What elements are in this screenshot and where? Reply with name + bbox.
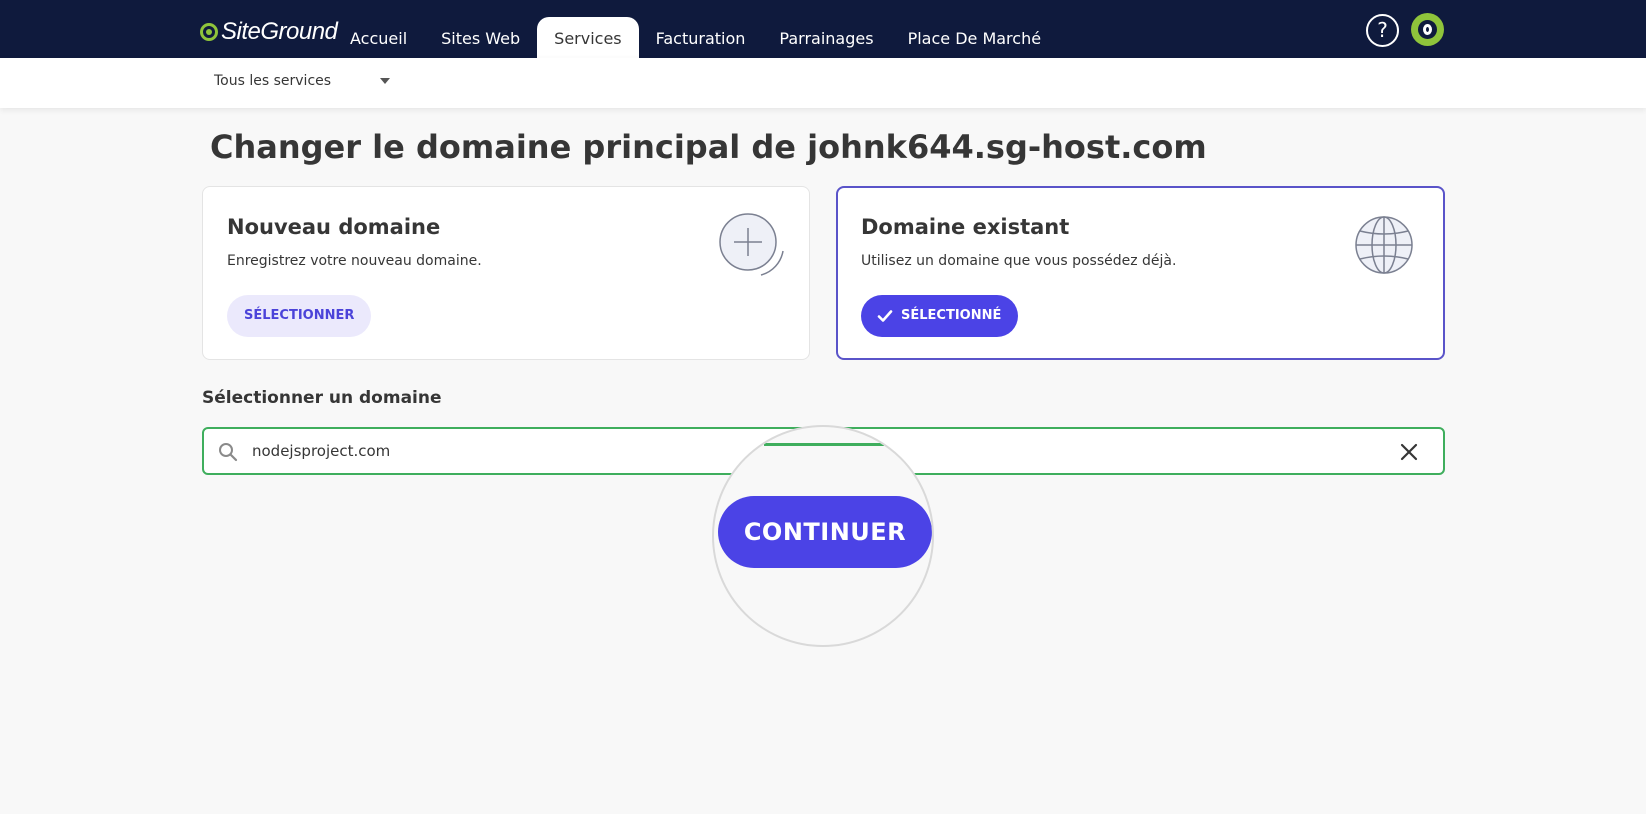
tab-services[interactable]: Services — [537, 17, 639, 58]
services-subbar: Tous les services — [0, 58, 1646, 108]
logo-mark-icon — [200, 23, 218, 41]
top-navigation-bar: SiteGround Accueil Sites Web Services Fa… — [0, 0, 1646, 58]
card-title: Domaine existant — [861, 215, 1070, 239]
tab-place-de-marche[interactable]: Place De Marché — [891, 17, 1059, 58]
magnified-input-border — [764, 443, 884, 446]
select-button[interactable]: SÉLECTIONNER — [227, 295, 372, 337]
card-title: Nouveau domaine — [227, 215, 441, 239]
new-domain-card[interactable]: Nouveau domaine Enregistrez votre nouvea… — [202, 186, 810, 360]
selected-button-label: SÉLECTIONNÉ — [901, 308, 1002, 323]
plus-circle-icon — [719, 213, 784, 276]
service-filter-label: Tous les services — [214, 73, 332, 89]
search-icon — [219, 443, 238, 462]
chevron-down-icon — [380, 78, 390, 84]
tab-accueil[interactable]: Accueil — [333, 17, 424, 58]
help-icon[interactable]: ? — [1366, 14, 1399, 47]
existing-domain-card[interactable]: Domaine existant Utilisez un domaine que… — [836, 186, 1445, 360]
service-filter-dropdown[interactable]: Tous les services — [214, 73, 390, 89]
selected-button[interactable]: SÉLECTIONNÉ — [861, 295, 1019, 337]
tab-facturation[interactable]: Facturation — [639, 17, 763, 58]
card-description: Enregistrez votre nouveau domaine. — [227, 253, 482, 269]
select-domain-label: Sélectionner un domaine — [202, 388, 442, 408]
siteground-logo[interactable]: SiteGround — [200, 18, 338, 46]
close-icon[interactable] — [1398, 441, 1420, 463]
page-title: Changer le domaine principal de johnk644… — [210, 128, 1207, 166]
account-avatar-icon[interactable] — [1411, 13, 1444, 46]
zoom-magnifier-overlay: CONTINUER — [712, 425, 934, 647]
card-description: Utilisez un domaine que vous possédez dé… — [861, 253, 1177, 269]
logo-text: SiteGround — [221, 18, 338, 45]
check-icon — [877, 310, 893, 322]
main-nav: Accueil Sites Web Services Facturation P… — [333, 0, 1058, 58]
tab-parrainages[interactable]: Parrainages — [762, 17, 890, 58]
continue-button[interactable]: CONTINUER — [718, 496, 932, 568]
tab-sites-web[interactable]: Sites Web — [424, 17, 537, 58]
globe-icon — [1355, 216, 1413, 274]
